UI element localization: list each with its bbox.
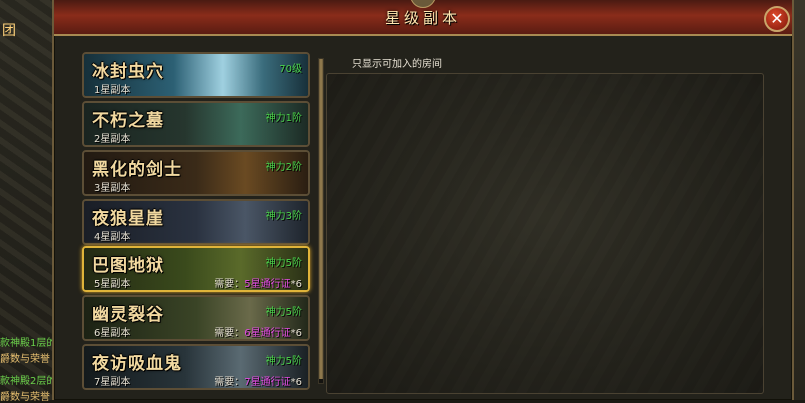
only-joinable-label: 只显示可加入的房间 xyxy=(352,59,442,70)
dungeon-list-scrollbar[interactable] xyxy=(318,58,324,384)
dungeon-name: 冰封虫穴 xyxy=(92,62,164,82)
dungeon-item[interactable]: 夜狼星崖 4星副本 神力3阶 xyxy=(82,199,310,245)
close-button[interactable]: ✕ xyxy=(764,6,790,32)
dungeon-star-rank: 1星副本 xyxy=(94,85,131,96)
pass-item-name: 6星通行证 xyxy=(244,328,291,339)
room-list-panel xyxy=(326,73,764,394)
dungeon-requirement: 神力5阶 xyxy=(265,258,302,269)
dungeon-name: 幽灵裂谷 xyxy=(92,305,164,325)
close-icon: ✕ xyxy=(770,9,784,28)
dungeon-star-rank: 2星副本 xyxy=(94,134,131,145)
dungeon-name: 夜访吸血鬼 xyxy=(92,354,182,374)
chat-line: 款神殿1层的 xyxy=(0,338,57,349)
scrollbar-thumb[interactable] xyxy=(319,59,323,379)
dungeon-star-rank: 3星副本 xyxy=(94,183,131,194)
dungeon-requirement: 神力5阶 xyxy=(265,356,302,367)
dungeon-item[interactable]: 巴图地狱 5星副本 神力5阶需要：5星通行证*6 xyxy=(82,246,310,292)
dungeon-name: 不朽之墓 xyxy=(92,111,164,131)
pass-item-name: 5星通行证 xyxy=(244,279,291,290)
dungeon-requirement: 神力3阶 xyxy=(265,211,302,222)
dungeon-item[interactable]: 夜访吸血鬼 7星副本 神力5阶需要：7星通行证*6 xyxy=(82,344,310,390)
window-title: 星级副本 xyxy=(384,9,461,27)
star-dungeon-window: 星级副本 ✕ 冰封虫穴 1星副本 70级 不朽之墓 2星副本 神力1阶 黑化的剑士 3星副本神… xyxy=(52,0,794,400)
team-label: 团 xyxy=(2,23,16,39)
dungeon-name: 巴图地狱 xyxy=(92,256,164,276)
dungeon-item[interactable]: 黑化的剑士 3星副本 神力2阶 xyxy=(82,150,310,196)
chat-line: 爵数与荣誉 xyxy=(0,392,50,403)
pass-item-count: *6 xyxy=(290,279,302,290)
dungeon-requirement: 70级 xyxy=(279,64,302,75)
dungeon-entry-cost: 需要：6星通行证*6 xyxy=(214,324,302,339)
chat-line: 爵数与荣誉 xyxy=(0,354,50,365)
dungeon-entry-cost: 需要：7星通行证*6 xyxy=(214,373,302,388)
dungeon-item[interactable]: 不朽之墓 2星副本 神力1阶 xyxy=(82,101,310,147)
pass-item-count: *6 xyxy=(290,377,302,388)
dungeon-requirement: 神力2阶 xyxy=(265,162,302,173)
dungeon-name: 黑化的剑士 xyxy=(92,160,182,180)
dungeon-requirement: 神力5阶 xyxy=(265,307,302,318)
dungeon-star-rank: 6星副本 xyxy=(94,328,131,339)
dungeon-name: 夜狼星崖 xyxy=(92,209,164,229)
dungeon-star-rank: 5星副本 xyxy=(94,279,131,290)
dungeon-star-rank: 7星副本 xyxy=(94,377,131,388)
chat-line: 款神殿2层的 xyxy=(0,376,57,387)
dungeon-requirement: 神力1阶 xyxy=(265,113,302,124)
dungeon-item[interactable]: 幽灵裂谷 6星副本 神力5阶需要：6星通行证*6 xyxy=(82,295,310,341)
need-label: 需要： xyxy=(214,377,245,388)
window-titlebar[interactable]: 星级副本 xyxy=(54,0,792,36)
dungeon-item[interactable]: 冰封虫穴 1星副本 70级 xyxy=(82,52,310,98)
dungeon-list: 冰封虫穴 1星副本 70级不朽之墓 2星副本 神力1阶黑化的剑士 3星副本 神力2阶夜狼星崖… xyxy=(64,40,320,400)
need-label: 需要： xyxy=(214,279,245,290)
dungeon-entry-cost: 需要：5星通行证*6 xyxy=(214,275,302,290)
need-label: 需要： xyxy=(214,328,245,339)
pass-item-name: 7星通行证 xyxy=(244,377,291,388)
pass-item-count: *6 xyxy=(290,328,302,339)
dungeon-star-rank: 4星副本 xyxy=(94,232,131,243)
